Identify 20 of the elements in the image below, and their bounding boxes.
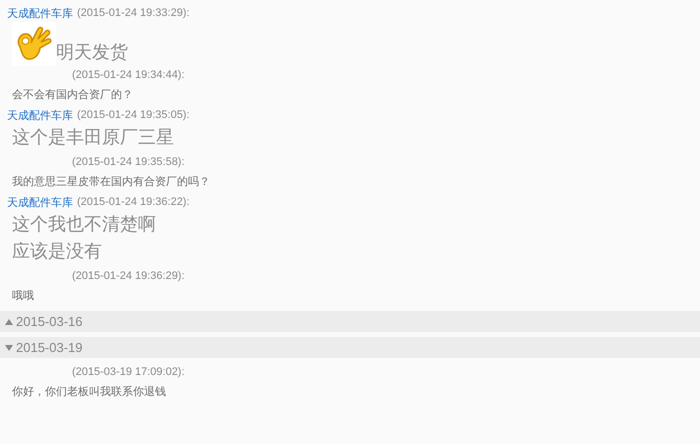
message-text: 哦哦 xyxy=(12,289,35,304)
message-text: 我的意思三星皮带在国内有合资厂的吗？ xyxy=(12,175,211,190)
date-header[interactable]: 2015-03-16 xyxy=(0,311,700,332)
message-text: 你好，你们老板叫我联系你退钱 xyxy=(12,384,167,400)
message-text: 这个我也不清楚啊 xyxy=(12,213,157,236)
message-text: 明天发货 xyxy=(56,41,128,64)
message-time: (2015-01-24 19:35:58): xyxy=(72,156,185,168)
message-text: 这个是丰田原厂三星 xyxy=(12,126,175,149)
message-text: 应该是没有 xyxy=(12,240,103,263)
message-time: (2015-01-24 19:36:29): xyxy=(72,270,185,282)
sender-name[interactable]: 天成配件车库 xyxy=(7,194,73,210)
message-text: 会不会有国内合资厂的？ xyxy=(12,88,134,103)
message-time: (2015-03-19 17:09:02): xyxy=(72,366,185,378)
message-time: (2015-01-24 19:34:44): xyxy=(72,69,185,81)
sender-name[interactable]: 天成配件车库 xyxy=(7,108,73,122)
sender-name[interactable]: 天成配件车库 xyxy=(7,6,73,20)
date-header[interactable]: 2015-03-19 xyxy=(0,337,700,358)
message-time: (2015-01-24 19:36:22): xyxy=(77,196,190,208)
message-time: (2015-01-24 19:35:05): xyxy=(77,109,190,121)
message-time: (2015-01-24 19:33:29): xyxy=(77,7,190,19)
